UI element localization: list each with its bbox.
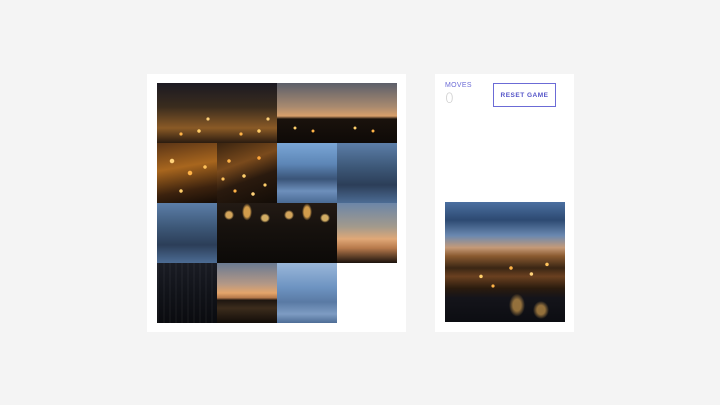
puzzle-tile[interactable]: [157, 203, 217, 263]
puzzle-tile[interactable]: [337, 203, 397, 263]
puzzle-tile[interactable]: [337, 143, 397, 203]
puzzle-tile[interactable]: [157, 83, 217, 143]
puzzle-tile[interactable]: [277, 203, 337, 263]
puzzle-tile[interactable]: [157, 263, 217, 323]
empty-slot: [337, 263, 397, 323]
reset-game-button[interactable]: RESET GAME: [493, 83, 556, 107]
puzzle-tile[interactable]: [157, 143, 217, 203]
moves-counter: 0: [445, 91, 454, 107]
puzzle-tile[interactable]: [217, 143, 277, 203]
puzzle-tile[interactable]: [337, 83, 397, 143]
puzzle-board-card: [147, 74, 406, 332]
side-panel: MOVES 0 RESET GAME: [435, 74, 574, 332]
puzzle-tile[interactable]: [217, 263, 277, 323]
puzzle-tile[interactable]: [277, 143, 337, 203]
puzzle-tile[interactable]: [217, 203, 277, 263]
preview-artwork: [445, 202, 565, 322]
solution-preview-image: [445, 202, 565, 322]
puzzle-tile[interactable]: [277, 263, 337, 323]
puzzle-board: [157, 83, 397, 323]
puzzle-tile[interactable]: [217, 83, 277, 143]
puzzle-tile[interactable]: [277, 83, 337, 143]
moves-label: MOVES: [445, 82, 472, 89]
